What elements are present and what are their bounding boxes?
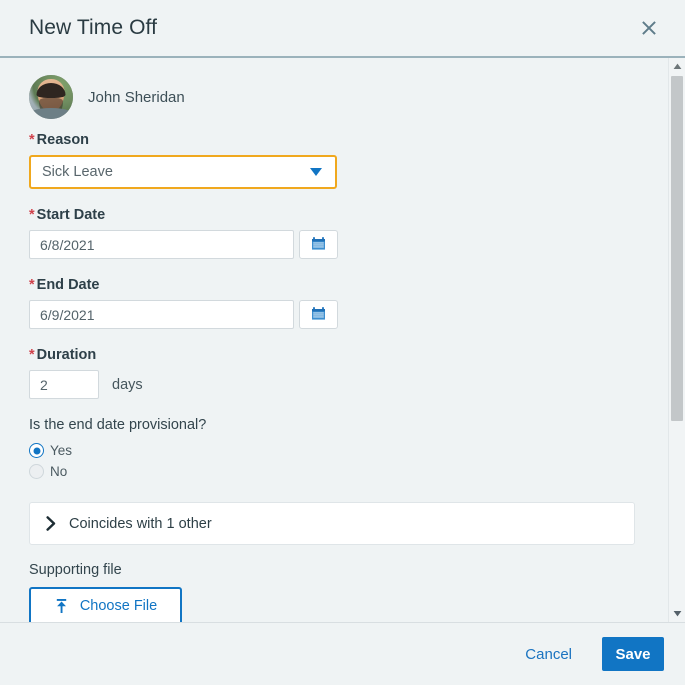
start-date-label-text: Start Date (36, 207, 106, 223)
field-supporting-file: Supporting file Choose File (29, 562, 668, 622)
duration-unit-label: days (112, 376, 143, 393)
required-marker: * (29, 347, 35, 363)
field-provisional: Is the end date provisional? Yes No (29, 417, 668, 482)
end-date-input[interactable] (29, 300, 294, 329)
avatar (29, 75, 73, 119)
choose-file-label: Choose File (79, 598, 158, 614)
required-marker: * (29, 207, 35, 223)
calendar-icon (311, 306, 326, 324)
duration-input[interactable] (29, 370, 99, 399)
start-date-row (29, 230, 668, 259)
reason-selected-value: Sick Leave (42, 164, 113, 180)
cancel-button[interactable]: Cancel (511, 638, 586, 671)
upload-icon (54, 598, 69, 614)
duration-label: * Duration (29, 347, 668, 363)
vertical-scrollbar[interactable] (668, 58, 685, 622)
calendar-icon (311, 236, 326, 254)
close-button[interactable] (631, 10, 667, 46)
provisional-radio-group: Yes No (29, 440, 668, 482)
radio-no-label: No (50, 464, 68, 479)
user-name: John Sheridan (88, 88, 185, 106)
coincides-label: Coincides with 1 other (69, 515, 212, 532)
radio-yes-label: Yes (50, 443, 73, 458)
start-date-label: * Start Date (29, 207, 668, 223)
radio-yes-indicator (29, 443, 44, 458)
reason-select[interactable]: Sick Leave (29, 155, 337, 189)
field-end-date: * End Date (29, 277, 668, 329)
dialog-body: John Sheridan * Reason Sick Leave * Start (0, 58, 685, 622)
page-title: New Time Off (29, 16, 158, 39)
reason-label-text: Reason (36, 132, 90, 148)
chevron-right-icon (46, 516, 57, 531)
coincides-panel[interactable]: Coincides with 1 other (29, 502, 635, 545)
save-button[interactable]: Save (602, 637, 664, 671)
scroll-viewport: John Sheridan * Reason Sick Leave * Start (0, 58, 668, 622)
duration-label-text: Duration (36, 347, 97, 363)
scrollbar-thumb[interactable] (671, 76, 683, 421)
provisional-label: Is the end date provisional? (29, 417, 207, 433)
dialog-header: New Time Off (0, 0, 685, 58)
end-date-label: * End Date (29, 277, 668, 293)
required-marker: * (29, 277, 35, 293)
choose-file-button[interactable]: Choose File (29, 587, 182, 622)
end-date-calendar-button[interactable] (299, 300, 338, 329)
field-reason: * Reason Sick Leave (29, 132, 668, 189)
required-marker: * (29, 132, 35, 148)
reason-label: * Reason (29, 132, 668, 148)
new-time-off-dialog: New Time Off John Sheridan * Reason Sick… (0, 0, 685, 685)
close-icon (639, 18, 659, 38)
radio-option-yes[interactable]: Yes (29, 440, 668, 461)
radio-no-indicator (29, 464, 44, 479)
user-row: John Sheridan (29, 72, 668, 122)
scroll-down-arrow-icon[interactable] (669, 605, 685, 622)
duration-row: days (29, 370, 668, 399)
supporting-file-label: Supporting file (29, 562, 122, 578)
radio-option-no[interactable]: No (29, 461, 668, 482)
end-date-row (29, 300, 668, 329)
field-duration: *Duration days (29, 347, 668, 399)
chevron-down-icon (310, 168, 322, 176)
field-start-date: * Start Date (29, 207, 668, 259)
start-date-calendar-button[interactable] (299, 230, 338, 259)
start-date-input[interactable] (29, 230, 294, 259)
form-content: John Sheridan * Reason Sick Leave * Start (0, 58, 668, 622)
dialog-footer: Cancel Save (0, 622, 685, 685)
end-date-label-text: End Date (36, 277, 100, 293)
scroll-up-arrow-icon[interactable] (669, 58, 685, 75)
